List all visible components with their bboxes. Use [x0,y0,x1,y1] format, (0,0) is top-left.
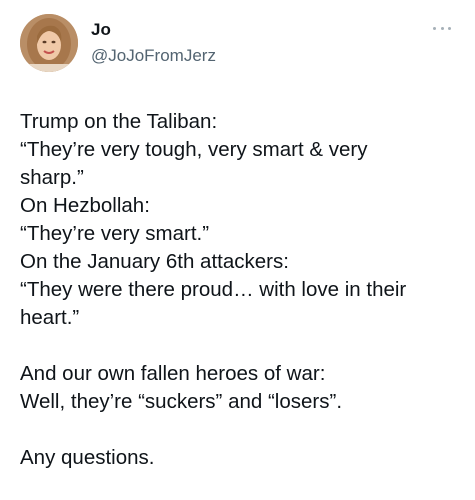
tweet-line: On Hezbollah: [20,194,150,217]
tweet-line: sharp.” [20,166,84,189]
tweet-line: On the January 6th attackers: [20,250,289,273]
more-horizontal-icon[interactable] [433,24,451,32]
tweet-line: heart.” [20,306,80,329]
tweet-card: Jo @JoJoFromJerz Trump on the Taliban: “… [0,0,475,500]
tweet-line: “They were there proud… with love in the… [20,278,407,301]
tweet-line: “They’re very smart.” [20,222,210,245]
avatar[interactable] [20,14,78,72]
tweet-line: Any questions. [20,446,155,469]
author-name[interactable]: Jo [91,20,111,40]
tweet-line: Trump on the Taliban: [20,110,218,133]
avatar-image [20,14,78,72]
author-handle[interactable]: @JoJoFromJerz [91,46,216,66]
tweet-line: Well, they’re “suckers” and “losers”. [20,390,343,413]
tweet-line: “They’re very tough, very smart & very [20,138,368,161]
tweet-text: Trump on the Taliban: “They’re very toug… [20,108,460,472]
tweet-line: And our own fallen heroes of war: [20,362,326,385]
